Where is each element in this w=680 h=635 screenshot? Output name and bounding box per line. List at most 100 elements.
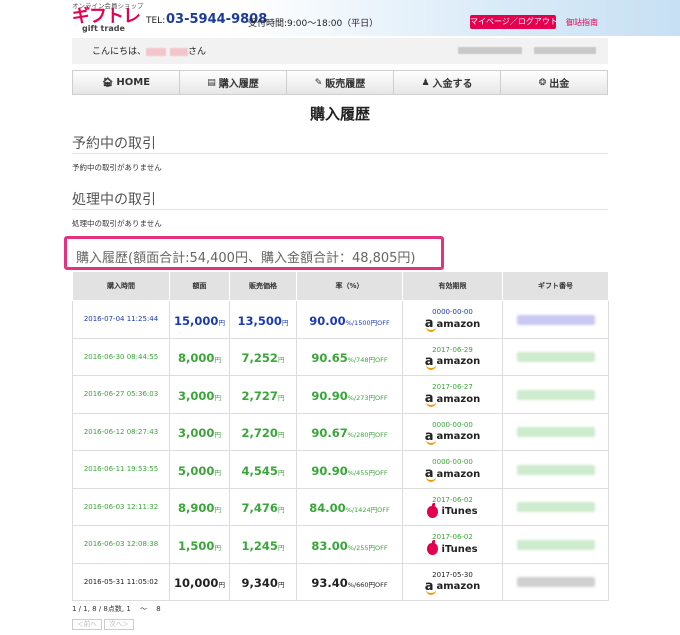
- main-nav: 🏠︎ HOME ▤ 購入履歴 ✎ 販売履歴 ♟ 入金する ❂ 出金: [72, 70, 608, 95]
- expiry-date: 2017-06-29: [432, 345, 473, 354]
- amazon-a-icon: a: [424, 428, 436, 445]
- amazon-a-icon: a: [424, 466, 436, 483]
- table-row: 2016-07-04 11:25:44 15,000円 13,500円 90.00%/…: [72, 300, 609, 339]
- expiry-cell: 2017-05-30 a amazon: [402, 562, 503, 601]
- sale-price-cell: 9,340円: [229, 562, 297, 601]
- sale-price: 4,545: [241, 463, 278, 478]
- rate-cell: 84.00%/1424円OFF: [296, 487, 403, 526]
- nav-item-0[interactable]: 🏠︎ HOME: [73, 71, 180, 94]
- yen-unit: 円: [214, 431, 221, 440]
- greeting-bar: こんにちは、 さん: [72, 38, 608, 64]
- nav-item-label: 販売履歴: [325, 79, 366, 90]
- rate-discount: %/273円OFF: [347, 393, 388, 402]
- brand-name: amazon: [436, 393, 481, 405]
- face-value: 3,000: [178, 388, 215, 403]
- header-purchase-time: 購入時間: [72, 271, 170, 301]
- rate-cell: 83.00%/255円OFF: [296, 525, 403, 564]
- yen-unit: 円: [277, 393, 285, 402]
- sale-price-cell: 7,476円: [229, 487, 297, 526]
- prev-page-button[interactable]: ＜前へ: [72, 619, 102, 630]
- mypage-logout-button[interactable]: マイページ／ログアウト: [470, 15, 558, 29]
- redacted-gift-code: [516, 502, 595, 513]
- rate-discount: %/1500円OFF: [345, 318, 390, 327]
- site-logo[interactable]: オンライン会員ショップ ギフトレ gift trade: [72, 0, 144, 34]
- header-face-value: 額面: [169, 271, 230, 301]
- tel-label: TEL:: [146, 16, 166, 26]
- expiry-date: 0000-00-00: [432, 308, 473, 317]
- redacted-gift-code: [516, 314, 595, 325]
- brand-name: amazon: [436, 581, 481, 593]
- yen-unit: 円: [214, 356, 221, 365]
- rate-cell: 93.40%/660円OFF: [296, 562, 403, 601]
- yen-unit: 円: [214, 506, 221, 515]
- face-value-cell: 10,000円: [169, 562, 230, 601]
- header-rate: 率（%）: [296, 271, 403, 301]
- itunes-logo: iTunes: [403, 540, 502, 556]
- business-hours: 受付時間:9:00〜18:00（平日）: [248, 19, 379, 29]
- sale-price: 2,727: [241, 388, 278, 403]
- greeting-suffix: さん: [188, 47, 207, 57]
- gift-code-cell: [502, 562, 609, 601]
- table-row: 2016-05-31 11:05:02 10,000円 9,340円 93.40%/6…: [72, 562, 609, 601]
- purchase-time-cell: 2016-05-31 11:05:02: [72, 562, 170, 601]
- nav-item-3[interactable]: ♟ 入金する: [394, 71, 501, 94]
- face-value: 8,000: [178, 351, 215, 366]
- expiry-cell: 0000-00-00 a amazon: [402, 450, 503, 489]
- face-value: 8,900: [178, 501, 215, 516]
- face-value-cell: 8,000円: [169, 337, 230, 376]
- nav-item-4[interactable]: ❂ 出金: [501, 71, 607, 94]
- history-summary-title: 購入履歴(額面合計:54,400円、購入金額合計：48,805円): [76, 251, 416, 266]
- rate-discount: %/660円OFF: [347, 581, 388, 590]
- face-value-cell: 3,000円: [169, 412, 230, 451]
- apple-icon: [427, 540, 439, 556]
- expiry-date: 2017-06-02: [432, 533, 473, 542]
- rate-cell: 90.90%/273円OFF: [296, 375, 403, 414]
- amazon-a-icon: a: [424, 578, 436, 595]
- purchase-time-cell: 2016-06-03 12:11:32: [72, 487, 170, 526]
- face-value: 1,500: [178, 538, 215, 553]
- brand-name: amazon: [436, 356, 481, 368]
- purchase-time-cell: 2016-06-27 05:36:03: [72, 375, 170, 414]
- sale-price-cell: 13,500円: [229, 300, 297, 339]
- rate-value: 90.90: [311, 388, 348, 403]
- rate-cell: 90.00%/1500円OFF: [296, 300, 403, 339]
- reserved-section-title: 予約中の取引: [72, 136, 156, 152]
- expiry-date: 2017-06-27: [432, 383, 473, 392]
- rate-value: 93.40: [311, 576, 348, 591]
- site-header: オンライン会員ショップ ギフトレ gift trade TEL: 03-5944…: [0, 0, 680, 36]
- gift-code-cell: [502, 412, 609, 451]
- table-row: 2016-06-03 12:11:32 8,900円 7,476円 84.00%/14…: [72, 487, 609, 526]
- table-row: 2016-06-12 08:27:43 3,000円 2,720円 90.67%/28…: [72, 412, 609, 451]
- table-row: 2016-06-30 08:44:55 8,000円 7,252円 90.65%/74…: [72, 337, 609, 376]
- next-page-button[interactable]: 次へ＞: [104, 619, 134, 630]
- gift-code-cell: [502, 375, 609, 414]
- nav-item-1[interactable]: ▤ 購入履歴: [180, 71, 287, 94]
- amazon-a-icon: a: [424, 391, 436, 408]
- site-guide-link[interactable]: 御站指南: [566, 17, 598, 28]
- expiry-date: 0000-00-00: [432, 458, 473, 467]
- redacted-balance-info: [534, 47, 596, 54]
- home-icon: 🏠︎: [101, 77, 114, 88]
- face-value-cell: 5,000円: [169, 450, 230, 489]
- expiry-date: 2017-06-02: [432, 495, 473, 504]
- nav-item-label: HOME: [116, 77, 151, 88]
- itunes-logo: iTunes: [403, 502, 502, 518]
- section-divider: [72, 209, 608, 210]
- sale-price-cell: 2,720円: [229, 412, 297, 451]
- nav-item-label: 購入履歴: [218, 79, 259, 90]
- redacted-gift-code: [516, 539, 595, 550]
- sale-price-cell: 7,252円: [229, 337, 297, 376]
- purchase-time-cell: 2016-06-11 19:53:55: [72, 450, 170, 489]
- redacted-gift-code: [516, 389, 595, 400]
- purchase-time-cell: 2016-06-30 08:44:55: [72, 337, 170, 376]
- rate-discount: %/748円OFF: [347, 356, 388, 365]
- gift-code-cell: [502, 450, 609, 489]
- rate-value: 90.65: [311, 351, 348, 366]
- coin-icon: ❂: [538, 77, 547, 88]
- rate-discount: %/255円OFF: [347, 543, 388, 552]
- greeting-text: こんにちは、 さん: [92, 44, 206, 57]
- sale-price: 7,252: [241, 351, 278, 366]
- nav-item-2[interactable]: ✎ 販売履歴: [287, 71, 394, 94]
- rate-cell: 90.65%/748円OFF: [296, 337, 403, 376]
- table-row: 2016-06-27 05:36:03 3,000円 2,727円 90.90%/27…: [72, 375, 609, 414]
